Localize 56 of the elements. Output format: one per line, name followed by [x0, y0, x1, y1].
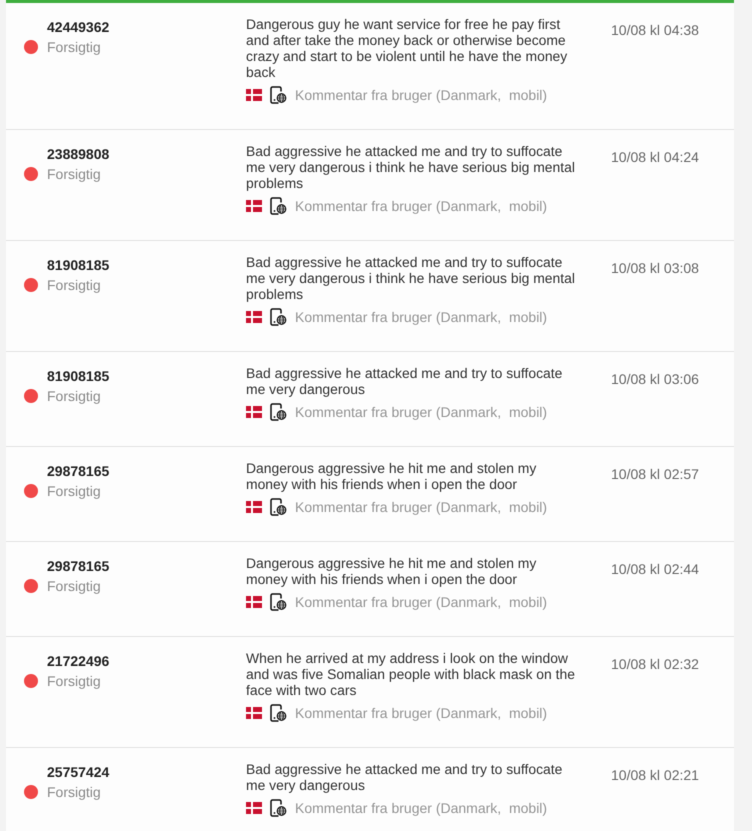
status-label: Forsigtig — [47, 672, 101, 690]
comment-source: Kommentar fra bruger (Danmark, mobil) — [295, 593, 548, 611]
tablet-globe-icon — [270, 197, 287, 215]
report-time: 10/08 kl 03:08 — [611, 260, 699, 276]
tablet-globe-icon — [270, 403, 287, 421]
report-time: 10/08 kl 02:21 — [611, 767, 699, 783]
comment-source: Kommentar fra bruger (Danmark, mobil) — [295, 197, 548, 215]
report-time: 10/08 kl 04:38 — [611, 22, 699, 38]
report-number: 29878165 — [47, 557, 110, 575]
comment-text: Bad aggressive he attacked me and try to suffocate me very dangerous i think he have serious big mental problems — [246, 254, 576, 302]
comment-text: Dangerous guy he want service for free he pay first and after take the money back or otherwise become crazy and start to be violent until he have the money back — [246, 16, 568, 80]
status-label: Forsigtig — [47, 577, 101, 595]
status-label: Forsigtig — [47, 387, 101, 405]
tablet-globe-icon — [270, 308, 287, 326]
comment-text: Bad aggressive he attacked me and try to suffocate me very dangerous — [246, 761, 564, 793]
tablet-globe-icon — [270, 498, 287, 516]
report-number: 25757424 — [47, 763, 110, 781]
tablet-globe-icon — [270, 704, 287, 722]
comment-text: When he arrived at my address i look on the window and was five Somalian people with black mask on the face with two cars — [246, 650, 576, 698]
comment-text: Dangerous aggressive he hit me and stolen my money with his friends when i open the door — [246, 555, 538, 587]
comment-text: Bad aggressive he attacked me and try to suffocate me very dangerous i think he have serious big mental problems — [246, 143, 576, 191]
report-number: 21722496 — [47, 652, 110, 670]
report-time: 10/08 kl 02:44 — [611, 561, 699, 577]
flag-icon — [246, 200, 262, 212]
report-number: 23889808 — [47, 145, 110, 163]
status-label: Forsigtig — [47, 482, 101, 500]
flag-icon — [246, 89, 262, 101]
tablet-globe-icon — [270, 799, 287, 817]
comment-source: Kommentar fra bruger (Danmark, mobil) — [295, 308, 548, 326]
report-number: 29878165 — [47, 462, 110, 480]
report-time: 10/08 kl 02:32 — [611, 656, 699, 672]
tablet-globe-icon — [270, 86, 287, 104]
flag-icon — [246, 406, 262, 418]
flag-icon — [246, 802, 262, 814]
status-label: Forsigtig — [47, 165, 101, 183]
report-number: 81908185 — [47, 367, 110, 385]
comment-source: Kommentar fra bruger (Danmark, mobil) — [295, 799, 548, 817]
report-number: 42449362 — [47, 18, 110, 36]
report-time: 10/08 kl 04:24 — [611, 149, 699, 165]
report-number: 81908185 — [47, 256, 110, 274]
comment-text: Dangerous aggressive he hit me and stolen my money with his friends when i open the door — [246, 460, 538, 492]
status-label: Forsigtig — [47, 783, 101, 801]
comment-text: Bad aggressive he attacked me and try to suffocate me very dangerous — [246, 365, 564, 397]
comment-source: Kommentar fra bruger (Danmark, mobil) — [295, 403, 548, 421]
status-label: Forsigtig — [47, 38, 101, 56]
flag-icon — [246, 311, 262, 323]
flag-icon — [246, 596, 262, 608]
flag-icon — [246, 501, 262, 513]
status-label: Forsigtig — [47, 276, 101, 294]
tablet-globe-icon — [270, 593, 287, 611]
flag-icon — [246, 707, 262, 719]
comment-source: Kommentar fra bruger (Danmark, mobil) — [295, 704, 548, 722]
comment-source: Kommentar fra bruger (Danmark, mobil) — [295, 498, 548, 516]
report-time: 10/08 kl 03:06 — [611, 371, 699, 387]
comment-source: Kommentar fra bruger (Danmark, mobil) — [295, 86, 548, 104]
report-time: 10/08 kl 02:57 — [611, 466, 699, 482]
